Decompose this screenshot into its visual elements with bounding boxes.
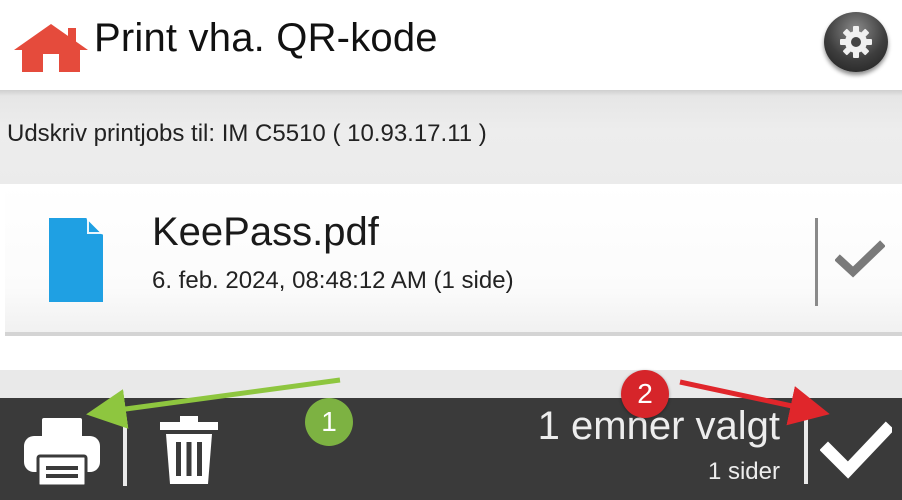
printer-label: Udskriv printjobs til: IM C5510 ( 10.93.… (7, 120, 487, 147)
bottom-toolbar: 1 emner valgt 1 sider (0, 398, 902, 500)
page-count: 1 sider (707, 458, 780, 485)
app-header: Print vha. QR-kode (0, 0, 902, 90)
home-icon[interactable] (12, 22, 90, 74)
print-button[interactable] (20, 416, 104, 488)
trash-icon (160, 416, 218, 484)
pdf-file-icon (49, 217, 104, 302)
gear-icon (840, 26, 872, 58)
settings-button[interactable] (824, 12, 888, 72)
delete-button[interactable] (158, 416, 220, 484)
annotation-badge-2: 2 (621, 370, 669, 418)
annotation-badge-1: 1 (305, 398, 353, 446)
row-divider (815, 218, 818, 306)
toolbar-separator (123, 420, 127, 486)
file-name: KeePass.pdf (152, 210, 379, 254)
file-metadata: 6. feb. 2024, 08:48:12 AM (1 side) (152, 267, 514, 294)
printer-info-bar: Udskriv printjobs til: IM C5510 ( 10.93.… (0, 90, 902, 184)
printer-icon (24, 418, 100, 488)
confirm-button[interactable] (819, 420, 895, 482)
page-title: Print vha. QR-kode (94, 16, 438, 60)
file-list-item[interactable]: KeePass.pdf 6. feb. 2024, 08:48:12 AM (1… (5, 184, 902, 336)
list-empty-area (0, 370, 902, 400)
checkmark-icon[interactable] (834, 240, 886, 280)
toolbar-separator (804, 418, 808, 484)
checkmark-icon (819, 421, 895, 479)
